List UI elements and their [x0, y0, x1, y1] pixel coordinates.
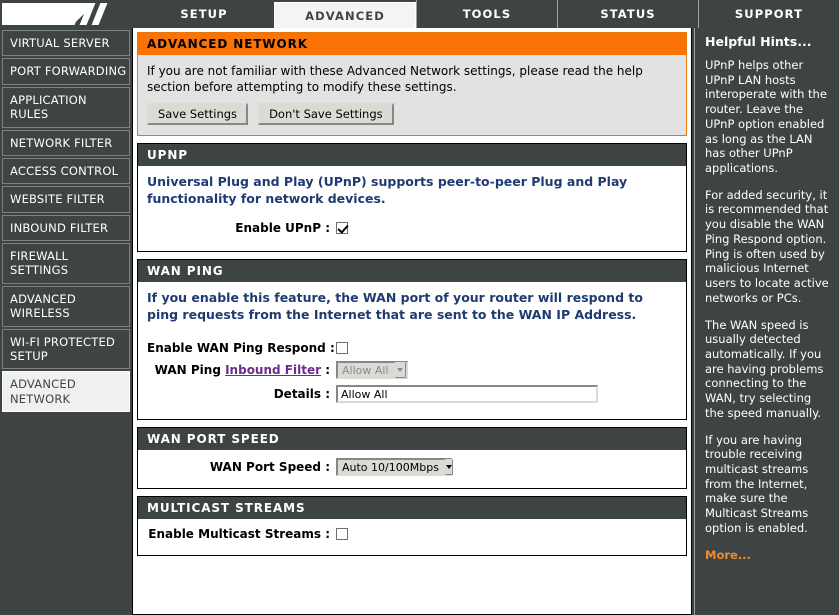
sidebar-item-virtual-server[interactable]: VIRTUAL SERVER [2, 30, 130, 57]
sidebar-item-network-filter[interactable]: NETWORK FILTER [2, 129, 130, 156]
enable-upnp-checkbox[interactable] [336, 222, 348, 235]
sidebar-item-inbound-filter[interactable]: INBOUND FILTER [2, 214, 130, 241]
wan-ping-body: If you enable this feature, the WAN port… [138, 282, 686, 419]
chevron-down-icon [394, 362, 406, 379]
page-body: VIRTUAL SERVER PORT FORWARDING APPLICATI… [0, 28, 839, 615]
hint-paragraph: If you are having trouble receiving mult… [705, 432, 809, 535]
upnp-panel: UPNP Universal Plug and Play (UPnP) supp… [137, 143, 687, 253]
enable-upnp-label: Enable UPnP : [235, 221, 330, 236]
advanced-network-intro-panel: ADVANCED NETWORK If you are not familiar… [137, 32, 687, 137]
wan-ping-respond-field: Enable WAN Ping Respond : [147, 341, 677, 355]
inbound-filter-select[interactable]: Allow All [336, 361, 408, 380]
dont-save-settings-button[interactable]: Don't Save Settings [258, 103, 394, 126]
brand-logo [0, 0, 132, 28]
intro-body: If you are not familiar with these Advan… [138, 55, 686, 135]
sidebar-item-website-filter[interactable]: WEBSITE FILTER [2, 186, 130, 213]
hints-title: Helpful Hints... [705, 34, 812, 49]
wan-ping-respond-label: Enable WAN Ping Respond : [147, 341, 335, 356]
more-hints-link[interactable]: More... [705, 548, 751, 562]
upnp-body: Universal Plug and Play (UPnP) supports … [138, 166, 686, 251]
upnp-description: Universal Plug and Play (UPnP) supports … [147, 174, 628, 206]
hint-paragraph: UPnP helps other UPnP LAN hosts interope… [705, 58, 827, 176]
top-navigation-bar: SETUP ADVANCED TOOLS STATUS SUPPORT [0, 0, 839, 28]
upnp-section-title: UPNP [138, 144, 686, 167]
helpful-hints-panel: Helpful Hints... UPnP helps other UPnP L… [694, 28, 839, 615]
enable-multicast-label: Enable Multicast Streams : [148, 527, 330, 542]
intro-button-row: Save Settings Don't Save Settings [147, 103, 677, 126]
wan-port-speed-body: WAN Port Speed : Auto 10/100Mbps [138, 450, 686, 488]
wan-port-speed-value: Auto 10/100Mbps [342, 460, 439, 474]
wan-port-speed-section-title: WAN PORT SPEED [138, 428, 686, 451]
tab-setup[interactable]: SETUP [134, 0, 274, 28]
tab-support[interactable]: SUPPORT [698, 0, 839, 28]
wan-port-speed-panel: WAN PORT SPEED WAN Port Speed : Auto 10/… [137, 427, 687, 490]
page-title: ADVANCED NETWORK [138, 33, 686, 55]
chevron-down-icon [444, 459, 453, 476]
tab-advanced[interactable]: ADVANCED [274, 2, 416, 28]
wan-port-speed-label: WAN Port Speed : [209, 460, 330, 475]
inbound-filter-suffix: : [321, 363, 330, 378]
hint-paragraph: For added security, it is recommended th… [705, 187, 829, 305]
enable-upnp-field: Enable UPnP : [147, 221, 677, 235]
wan-port-speed-field: WAN Port Speed : Auto 10/100Mbps [147, 458, 677, 477]
tab-tools[interactable]: TOOLS [416, 0, 557, 28]
sidebar-item-advanced-wireless[interactable]: ADVANCED WIRELESS [2, 285, 130, 327]
wan-ping-details-input[interactable] [336, 385, 598, 404]
enable-multicast-checkbox[interactable] [336, 528, 348, 541]
sidebar-navigation: VIRTUAL SERVER PORT FORWARDING APPLICATI… [0, 28, 132, 615]
intro-text: If you are not familiar with these Advan… [147, 64, 643, 95]
wan-ping-panel: WAN PING If you enable this feature, the… [137, 259, 687, 421]
multicast-body: Enable Multicast Streams : [138, 519, 686, 555]
sidebar-item-firewall-settings[interactable]: FIREWALL SETTINGS [2, 243, 130, 284]
main-content: ADVANCED NETWORK If you are not familiar… [132, 28, 692, 615]
sidebar-item-port-forwarding[interactable]: PORT FORWARDING [2, 58, 130, 85]
wan-ping-inbound-filter-field: WAN Ping Inbound Filter : Allow All [147, 361, 677, 380]
inbound-filter-value: Allow All [342, 363, 389, 377]
sidebar-item-application-rules[interactable]: APPLICATION RULES [2, 86, 130, 128]
wan-ping-details-label: Details : [273, 387, 330, 402]
wan-port-speed-select[interactable]: Auto 10/100Mbps [336, 458, 453, 477]
inbound-filter-link[interactable]: Inbound Filter [225, 363, 321, 377]
main-tabs: SETUP ADVANCED TOOLS STATUS SUPPORT [132, 0, 839, 28]
multicast-streams-panel: MULTICAST STREAMS Enable Multicast Strea… [137, 496, 687, 557]
logo-shape [2, 3, 96, 25]
inbound-filter-prefix: WAN Ping [154, 363, 226, 378]
sidebar-item-access-control[interactable]: ACCESS CONTROL [2, 157, 130, 185]
wan-ping-section-title: WAN PING [138, 260, 686, 283]
router-admin-page: SETUP ADVANCED TOOLS STATUS SUPPORT VIRT… [0, 0, 839, 615]
wan-ping-respond-checkbox[interactable] [336, 342, 348, 355]
save-settings-button[interactable]: Save Settings [147, 103, 249, 126]
sidebar-item-wifi-protected-setup[interactable]: WI-FI PROTECTED SETUP [2, 328, 130, 370]
wan-ping-details-field: Details : [147, 385, 677, 404]
multicast-section-title: MULTICAST STREAMS [138, 497, 686, 520]
sidebar-item-advanced-network[interactable]: ADVANCED NETWORK [2, 371, 130, 412]
enable-multicast-field: Enable Multicast Streams : [147, 527, 677, 541]
wan-ping-inbound-filter-label: WAN Ping Inbound Filter : [147, 363, 336, 377]
tab-status[interactable]: STATUS [557, 0, 698, 28]
hint-paragraph: The WAN speed is usually detected automa… [705, 317, 824, 420]
wan-ping-description: If you enable this feature, the WAN port… [147, 290, 643, 322]
